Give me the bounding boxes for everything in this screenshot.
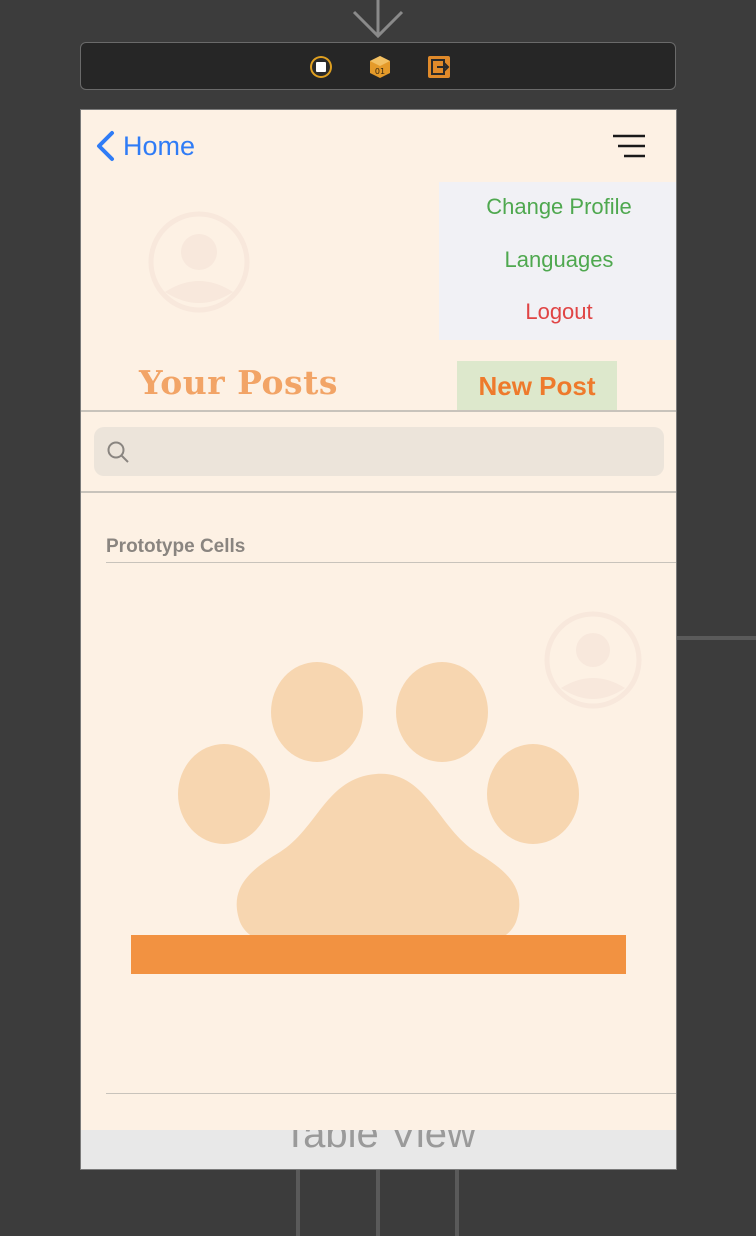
languages-menu-item[interactable]: Languages [439, 247, 676, 273]
chevron-left-icon [97, 131, 114, 161]
bottom-connector [455, 1170, 459, 1236]
paw-placeholder-icon [178, 662, 579, 947]
cell-title-bar [131, 935, 626, 974]
back-button[interactable]: Home [95, 130, 195, 162]
cell-divider [106, 1093, 676, 1094]
table-view-label: Table View [283, 1130, 476, 1156]
logout-menu-item[interactable]: Logout [439, 299, 676, 325]
hamburger-menu-icon[interactable] [611, 132, 647, 160]
page-title: Your Posts [139, 363, 338, 402]
view-controller-canvas: Home Change Profile Languages Logout You… [80, 109, 677, 1170]
prototype-cells-label: Prototype Cells [106, 536, 246, 557]
header-divider [81, 410, 676, 412]
new-post-button[interactable]: New Post [457, 361, 617, 411]
scene-dock: 01 [80, 42, 676, 90]
first-responder-icon[interactable]: 01 [368, 55, 392, 79]
exit-icon[interactable] [427, 55, 451, 79]
search-input[interactable] [94, 427, 664, 476]
bottom-connector [296, 1170, 300, 1236]
view-controller-icon[interactable] [309, 55, 333, 79]
search-divider [81, 491, 676, 493]
bottom-connector [376, 1170, 380, 1236]
table-view-footer: Table View [81, 1130, 676, 1169]
search-icon [107, 441, 129, 463]
dropdown-menu: Change Profile Languages Logout [439, 182, 676, 340]
segue-connector [677, 636, 756, 640]
profile-avatar-icon [148, 211, 250, 313]
back-button-label: Home [123, 130, 196, 161]
svg-text:01: 01 [375, 67, 385, 76]
segue-arrow-icon [352, 0, 404, 39]
section-divider [106, 562, 676, 563]
change-profile-menu-item[interactable]: Change Profile [439, 194, 676, 220]
